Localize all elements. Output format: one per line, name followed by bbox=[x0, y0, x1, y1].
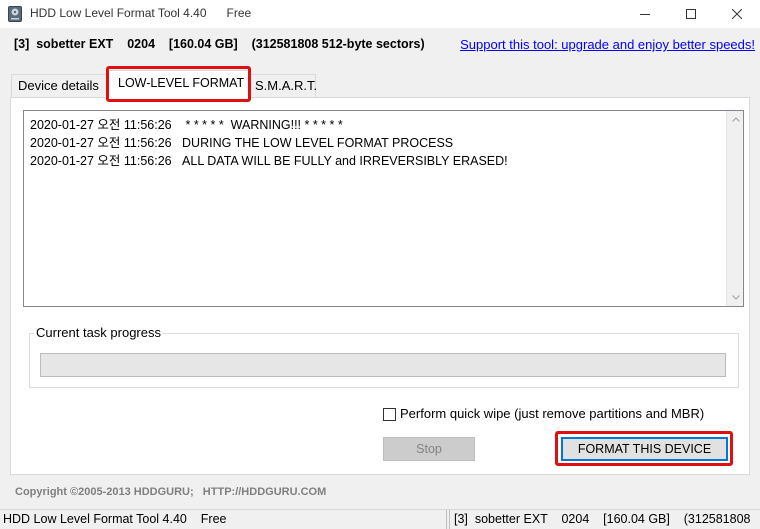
copyright-text: Copyright ©2005-2013 HDDGURU; HTTP://HDD… bbox=[15, 486, 327, 498]
title-bar: HDD Low Level Format Tool 4.40 Free bbox=[0, 0, 760, 28]
tab-smart[interactable]: S.M.A.R.T. bbox=[248, 74, 317, 98]
window-edition-text: Free bbox=[226, 6, 252, 20]
status-right-panel: [3] sobetter EXT 0204 [160.04 GB] (31258… bbox=[449, 510, 760, 529]
stop-button[interactable]: Stop bbox=[383, 437, 475, 461]
progress-label: Current task progress bbox=[34, 325, 163, 340]
tab-device-details[interactable]: Device details bbox=[11, 74, 107, 98]
hdd-app-icon bbox=[8, 6, 22, 22]
status-device-info: [3] sobetter EXT 0204 [160.04 GB] (31258… bbox=[454, 512, 751, 526]
log-scrollbar[interactable] bbox=[726, 111, 743, 306]
minimize-button[interactable] bbox=[622, 0, 668, 28]
task-progress-bar bbox=[40, 353, 726, 377]
format-device-button[interactable]: FORMAT THIS DEVICE bbox=[561, 437, 728, 461]
tab-strip: Device details S.M.A.R.T. LOW-LEVEL FORM… bbox=[10, 70, 750, 100]
log-line: 2020-01-27 오전 11:56:26 * * * * * WARNING… bbox=[30, 118, 343, 132]
status-left-panel: HDD Low Level Format Tool 4.40 Free bbox=[0, 510, 447, 529]
close-icon bbox=[732, 9, 742, 19]
log-lines: 2020-01-27 오전 11:56:26 * * * * * WARNING… bbox=[30, 116, 508, 170]
log-line: 2020-01-27 오전 11:56:26 DURING THE LOW LE… bbox=[30, 136, 454, 150]
status-bar: HDD Low Level Format Tool 4.40 Free [3] … bbox=[0, 509, 760, 529]
quick-wipe-checkbox[interactable] bbox=[383, 408, 396, 421]
log-listbox[interactable]: 2020-01-27 오전 11:56:26 * * * * * WARNING… bbox=[23, 110, 744, 307]
maximize-button[interactable] bbox=[668, 0, 714, 28]
window-title: HDD Low Level Format Tool 4.40 Free bbox=[30, 6, 251, 20]
close-button[interactable] bbox=[714, 0, 760, 28]
minimize-icon bbox=[640, 9, 650, 19]
log-line: 2020-01-27 오전 11:56:26 ALL DATA WILL BE … bbox=[30, 154, 508, 168]
scroll-up-icon[interactable] bbox=[727, 111, 744, 128]
quick-wipe-label[interactable]: Perform quick wipe (just remove partitio… bbox=[400, 406, 704, 421]
device-info-bar: [3] sobetter EXT 0204 [160.04 GB] (31258… bbox=[0, 32, 760, 56]
window-title-text: HDD Low Level Format Tool 4.40 bbox=[30, 6, 207, 20]
support-link[interactable]: Support this tool: upgrade and enjoy bet… bbox=[460, 37, 755, 52]
status-app-version: HDD Low Level Format Tool 4.40 Free bbox=[3, 512, 227, 526]
tab-low-level-format[interactable]: LOW-LEVEL FORMAT bbox=[107, 70, 250, 100]
device-info: [3] sobetter EXT 0204 [160.04 GB] (31258… bbox=[14, 37, 425, 51]
maximize-icon bbox=[686, 9, 696, 19]
scroll-down-icon[interactable] bbox=[727, 289, 744, 306]
